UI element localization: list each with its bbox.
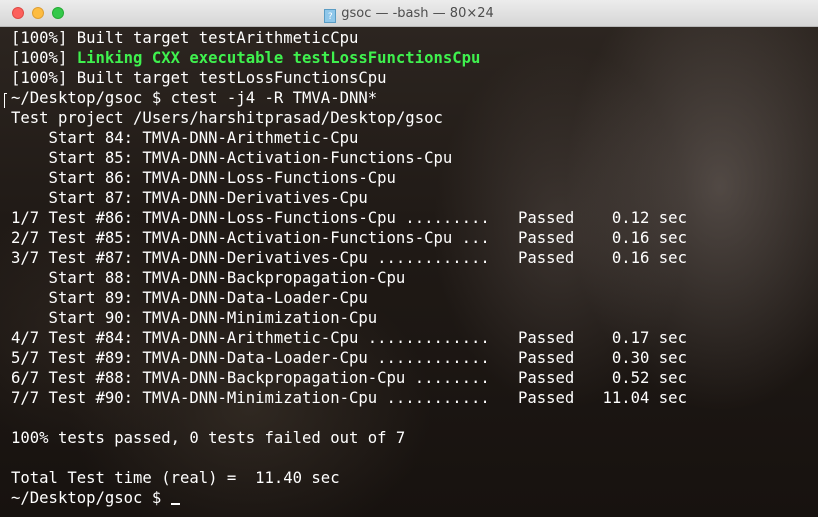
output-line: [100%] Built target testArithmeticCpu — [11, 29, 359, 47]
output-line: Test project /Users/harshitprasad/Deskto… — [11, 109, 443, 127]
shell-prompt: ~/Desktop/gsoc $ — [11, 489, 171, 507]
test-result-line: 2/7 Test #85: TMVA-DNN-Activation-Functi… — [11, 229, 687, 247]
summary-line: 100% tests passed, 0 tests failed out of… — [11, 429, 406, 447]
output-line: Start 86: TMVA-DNN-Loss-Functions-Cpu — [11, 169, 396, 187]
output-line: [100%] Built target testLossFunctionsCpu — [11, 69, 387, 87]
output-line: Start 87: TMVA-DNN-Derivatives-Cpu — [11, 189, 368, 207]
line-prefix: [100%] — [11, 49, 77, 67]
selection-marker — [4, 93, 7, 108]
linking-message: Linking CXX executable testLossFunctions… — [76, 49, 481, 67]
test-result-line: 1/7 Test #86: TMVA-DNN-Loss-Functions-Cp… — [11, 209, 687, 227]
output-line: Start 84: TMVA-DNN-Arithmetic-Cpu — [11, 129, 359, 147]
output-line: [100%] Linking CXX executable testLossFu… — [11, 48, 806, 68]
test-result-line: 5/7 Test #89: TMVA-DNN-Data-Loader-Cpu .… — [11, 349, 687, 367]
output-line: Start 85: TMVA-DNN-Activation-Functions-… — [11, 149, 453, 167]
output-line: Start 90: TMVA-DNN-Minimization-Cpu — [11, 309, 378, 327]
output-line: Start 88: TMVA-DNN-Backpropagation-Cpu — [11, 269, 406, 287]
command-line: ~/Desktop/gsoc $ ctest -j4 -R TMVA-DNN* — [11, 89, 378, 107]
text-cursor — [170, 503, 180, 505]
test-result-line: 3/7 Test #87: TMVA-DNN-Derivatives-Cpu .… — [11, 249, 687, 267]
document-icon: ? — [324, 9, 337, 23]
window-title: gsoc — -bash — 80×24 — [341, 6, 494, 21]
test-result-line: 6/7 Test #88: TMVA-DNN-Backpropagation-C… — [11, 369, 687, 387]
terminal-window: ? gsoc — -bash — 80×24 [100%] Built targe… — [0, 0, 818, 517]
title-bar[interactable]: ? gsoc — -bash — 80×24 — [0, 0, 818, 27]
terminal-output[interactable]: [100%] Built target testArithmeticCpu [1… — [11, 28, 806, 508]
test-result-line: 7/7 Test #90: TMVA-DNN-Minimization-Cpu … — [11, 389, 687, 407]
window-title-container: ? gsoc — -bash — 80×24 — [0, 0, 818, 27]
test-result-line: 4/7 Test #84: TMVA-DNN-Arithmetic-Cpu ..… — [11, 329, 687, 347]
output-line: Start 89: TMVA-DNN-Data-Loader-Cpu — [11, 289, 368, 307]
prompt-line[interactable]: ~/Desktop/gsoc $ — [11, 488, 806, 508]
total-time-line: Total Test time (real) = 11.40 sec — [11, 469, 340, 487]
